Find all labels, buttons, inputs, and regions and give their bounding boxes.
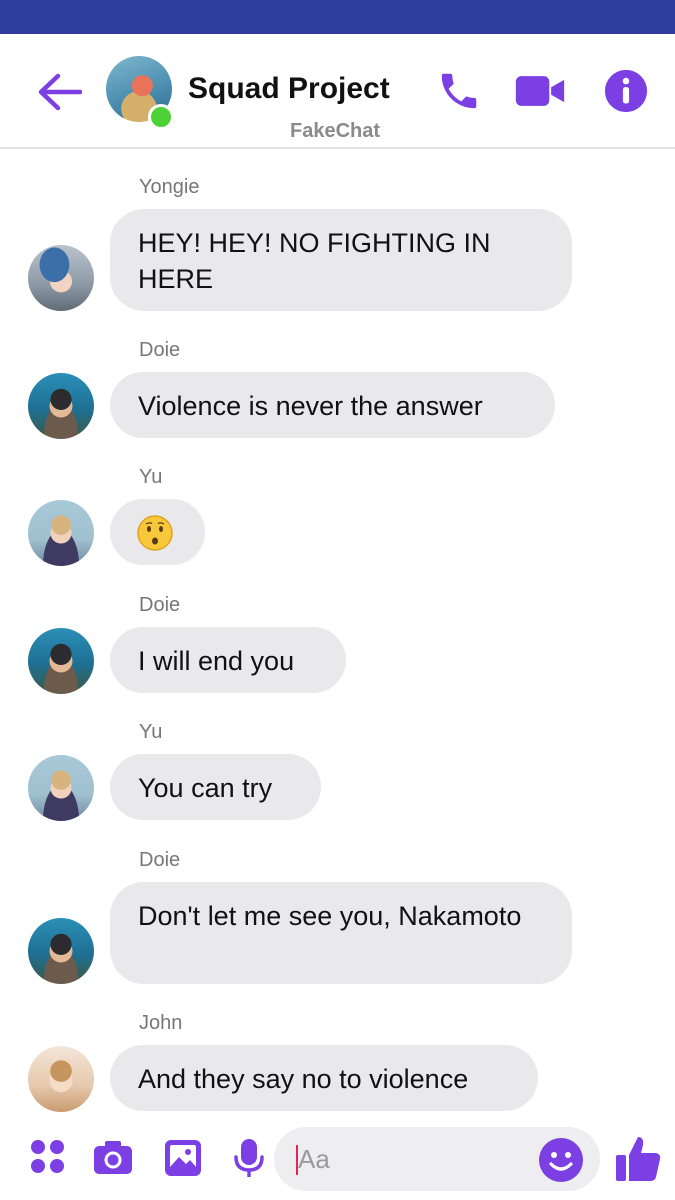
avatar[interactable] [28, 500, 94, 566]
message-input-field[interactable] [274, 1127, 600, 1191]
avatar[interactable] [28, 628, 94, 694]
chat-title[interactable]: Squad Project [188, 72, 390, 106]
status-bar [0, 0, 675, 34]
sender-name: Doie [139, 849, 181, 871]
sender-name: John [139, 1012, 183, 1034]
message-bubble[interactable] [110, 499, 205, 565]
avatar[interactable] [28, 755, 94, 821]
chat-subtitle: FakeChat [290, 120, 381, 142]
message-bubble[interactable]: Violence is never the answer [110, 372, 555, 438]
message-bubble[interactable]: And they say no to violence [110, 1045, 538, 1111]
avatar[interactable] [28, 373, 94, 439]
sender-name: Doie [139, 339, 181, 361]
apps-icon[interactable] [28, 1137, 70, 1179]
phone-icon[interactable] [436, 68, 482, 114]
avatar[interactable] [28, 245, 94, 311]
online-status-dot [148, 104, 174, 130]
sender-name: Yu [139, 721, 163, 743]
sender-name: Yongie [139, 176, 200, 198]
gallery-icon[interactable] [162, 1137, 204, 1179]
message-bubble[interactable]: Don't let me see you, Nakamoto [110, 882, 572, 984]
camera-icon[interactable] [92, 1137, 134, 1179]
back-arrow-icon[interactable] [36, 72, 82, 112]
smiley-icon[interactable] [538, 1137, 584, 1183]
message-bubble[interactable]: HEY! HEY! NO FIGHTING IN HERE [110, 209, 572, 311]
microphone-icon[interactable] [228, 1137, 270, 1179]
message-bubble[interactable]: You can try [110, 754, 321, 820]
hushed-face-emoji [137, 515, 173, 551]
chat-header: Squad Project FakeChat [0, 34, 675, 147]
info-icon[interactable] [603, 68, 649, 114]
message-bubble[interactable]: I will end you [110, 627, 346, 693]
avatar[interactable] [28, 918, 94, 984]
message-input[interactable] [298, 1143, 538, 1175]
message-composer [0, 1119, 675, 1200]
video-camera-icon[interactable] [514, 68, 566, 114]
message-list[interactable]: Yongie HEY! HEY! NO FIGHTING IN HERE Doi… [0, 149, 675, 1119]
sender-name: Doie [139, 594, 181, 616]
thumbs-up-icon[interactable] [614, 1133, 662, 1183]
sender-name: Yu [139, 466, 163, 488]
avatar[interactable] [28, 1046, 94, 1112]
